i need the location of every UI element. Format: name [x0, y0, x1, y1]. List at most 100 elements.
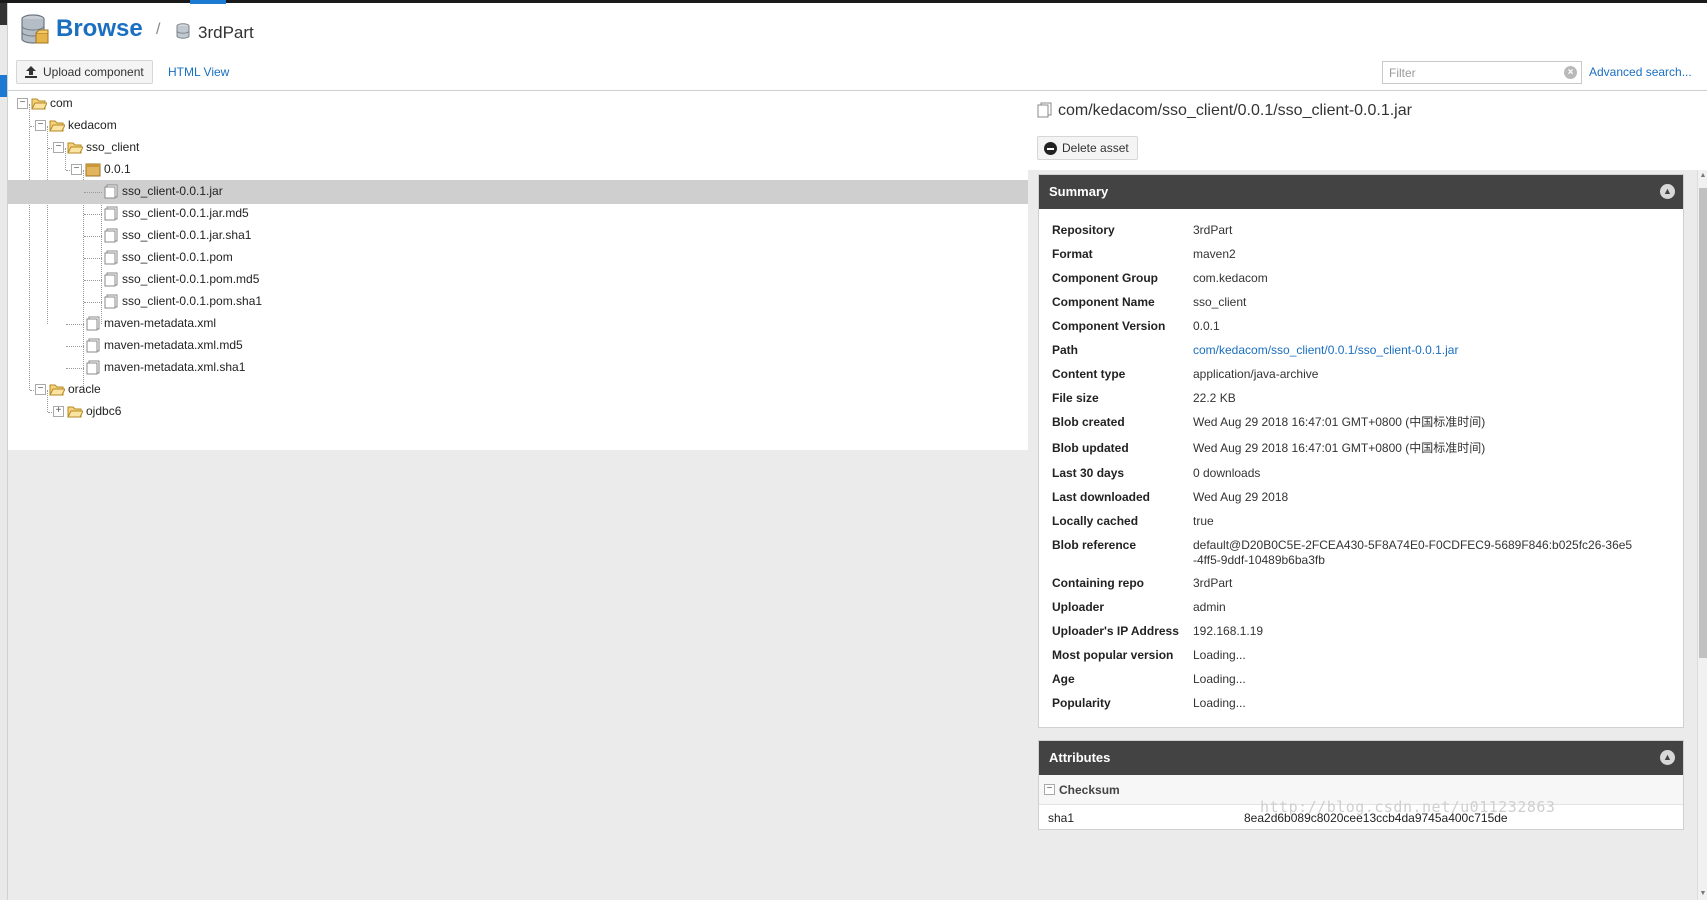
left-rail: [0, 3, 8, 900]
summary-value: com.kedacom: [1193, 271, 1268, 285]
tree-node-pom-md5[interactable]: sso_client-0.0.1.pom.md5: [8, 268, 1028, 292]
file-icon: [104, 250, 118, 265]
tree-node-label: ojdbc6: [86, 404, 122, 418]
breadcrumb-separator: /: [156, 21, 161, 38]
tree-node-label: sso_client-0.0.1.jar.sha1: [122, 228, 252, 242]
collapse-toggle[interactable]: −: [53, 142, 64, 153]
tree-node-jar-md5[interactable]: sso_client-0.0.1.jar.md5: [8, 202, 1028, 226]
summary-key: Path: [1052, 343, 1079, 357]
collapse-toggle[interactable]: −: [17, 98, 28, 109]
upload-component-label: Upload component: [43, 65, 144, 79]
folder-open-icon: [49, 384, 65, 396]
summary-key: Locally cached: [1052, 514, 1139, 528]
tree-node-kedacom[interactable]: − kedacom: [8, 114, 1028, 138]
collapse-up-icon[interactable]: ▲: [1660, 750, 1675, 765]
tree-node-label: sso_client-0.0.1.jar: [122, 184, 223, 198]
summary-key: Content type: [1052, 367, 1126, 381]
file-icon: [1037, 102, 1052, 118]
summary-key: Blob updated: [1052, 441, 1129, 455]
page-title: Browse: [56, 15, 143, 42]
delete-asset-label: Delete asset: [1062, 141, 1129, 155]
summary-value: true: [1193, 514, 1214, 528]
tree-node-ojdbc6[interactable]: + ojdbc6: [8, 400, 1028, 424]
component-tree: − com − kedacom − sso_client − 0.0.1 sso…: [8, 92, 1028, 450]
tree-node-label: kedacom: [68, 118, 117, 132]
folder-icon: [67, 406, 83, 418]
summary-value: sso_client: [1193, 295, 1247, 309]
left-rail-marker: [0, 3, 7, 25]
tree-node-version[interactable]: − 0.0.1: [8, 158, 1028, 182]
minus-circle-icon: [1044, 142, 1057, 155]
tree-node-sso-client[interactable]: − sso_client: [8, 136, 1028, 160]
scrollbar-thumb[interactable]: [1699, 188, 1707, 658]
expand-toggle[interactable]: +: [53, 406, 64, 417]
tree-node-metadata[interactable]: maven-metadata.xml: [8, 312, 1028, 336]
summary-key: Blob created: [1052, 415, 1125, 429]
collapse-toggle[interactable]: −: [35, 120, 46, 131]
summary-title: Summary: [1049, 184, 1109, 199]
summary-key: Most popular version: [1052, 648, 1174, 662]
summary-key: Component Version: [1052, 319, 1166, 333]
summary-key: Last 30 days: [1052, 466, 1125, 480]
tree-node-jar-sha1[interactable]: sso_client-0.0.1.jar.sha1: [8, 224, 1028, 248]
asset-detail-pane: com/kedacom/sso_client/0.0.1/sso_client-…: [1028, 92, 1707, 900]
summary-key: Popularity: [1052, 696, 1111, 710]
summary-value: Loading...: [1193, 672, 1246, 686]
tree-node-label: sso_client-0.0.1.pom: [122, 250, 233, 264]
tree-node-label: maven-metadata.xml.md5: [104, 338, 243, 352]
collapse-toggle[interactable]: −: [35, 384, 46, 395]
summary-key: Age: [1052, 672, 1075, 686]
file-icon: [104, 294, 118, 309]
detail-scrollbar[interactable]: ▲ ▼: [1697, 170, 1707, 900]
delete-asset-button[interactable]: Delete asset: [1037, 136, 1138, 160]
summary-value: 0.0.1: [1193, 319, 1220, 333]
tree-node-label: sso_client-0.0.1.pom.sha1: [122, 294, 263, 308]
summary-key: Component Group: [1052, 271, 1158, 285]
checksum-group-label: Checksum: [1059, 783, 1120, 797]
tree-node-com[interactable]: − com: [8, 92, 1028, 116]
summary-value: default@D20B0C5E-2FCEA430-5F8A74E0-F0CDF…: [1193, 538, 1633, 567]
summary-value: Loading...: [1193, 648, 1246, 662]
collapse-toggle[interactable]: −: [71, 164, 82, 175]
summary-panel: Summary ▲ Repository 3rdPart Format maven2…: [1038, 174, 1684, 728]
scroll-up-arrow-icon[interactable]: ▲: [1699, 172, 1707, 180]
tree-node-label: sso_client: [86, 140, 140, 154]
attribute-key: sha1: [1048, 811, 1075, 825]
summary-value: application/java-archive: [1193, 367, 1319, 381]
scroll-down-arrow-icon[interactable]: ▼: [1699, 890, 1707, 898]
file-icon: [104, 184, 118, 199]
tree-node-pom[interactable]: sso_client-0.0.1.pom: [8, 246, 1028, 270]
file-icon: [104, 228, 118, 243]
attributes-header[interactable]: Attributes ▲: [1039, 741, 1683, 775]
tree-node-label: sso_client-0.0.1.pom.md5: [122, 272, 260, 286]
tree-node-label: maven-metadata.xml: [104, 316, 217, 330]
tree-node-pom-sha1[interactable]: sso_client-0.0.1.pom.sha1: [8, 290, 1028, 314]
tree-node-oracle[interactable]: − oracle: [8, 378, 1028, 402]
file-icon: [104, 206, 118, 221]
tree-node-label: maven-metadata.xml.sha1: [104, 360, 246, 374]
filter-input[interactable]: [1383, 62, 1553, 83]
summary-value: Loading...: [1193, 696, 1246, 710]
file-icon: [104, 272, 118, 287]
advanced-search-link[interactable]: Advanced search...: [1589, 65, 1692, 79]
tree-node-label: sso_client-0.0.1.jar.md5: [122, 206, 249, 220]
collapse-toggle[interactable]: −: [1044, 784, 1055, 795]
html-view-link[interactable]: HTML View: [168, 65, 229, 79]
summary-key: File size: [1052, 391, 1099, 405]
upload-component-button[interactable]: Upload component: [16, 60, 153, 84]
watermark: http://blog.csdn.net/u011232863: [1260, 798, 1556, 816]
tree-node-metadata-md5[interactable]: maven-metadata.xml.md5: [8, 334, 1028, 358]
summary-body: Repository 3rdPart Format maven2 Component…: [1039, 209, 1683, 727]
file-icon: [86, 360, 100, 375]
summary-key: Last downloaded: [1052, 490, 1151, 504]
attributes-title: Attributes: [1049, 750, 1111, 765]
summary-header[interactable]: Summary ▲: [1039, 175, 1683, 209]
summary-key: Format: [1052, 247, 1093, 261]
tree-node-metadata-sha1[interactable]: maven-metadata.xml.sha1: [8, 356, 1028, 380]
detail-scroll-area[interactable]: Summary ▲ Repository 3rdPart Format maven2…: [1028, 170, 1707, 900]
tree-node-jar[interactable]: sso_client-0.0.1.jar: [8, 180, 1028, 204]
clear-filter-icon[interactable]: ×: [1564, 66, 1577, 79]
breadcrumb-repository[interactable]: 3rdPart: [198, 23, 254, 43]
collapse-up-icon[interactable]: ▲: [1660, 184, 1675, 199]
path-link[interactable]: com/kedacom/sso_client/0.0.1/sso_client-…: [1193, 343, 1633, 358]
